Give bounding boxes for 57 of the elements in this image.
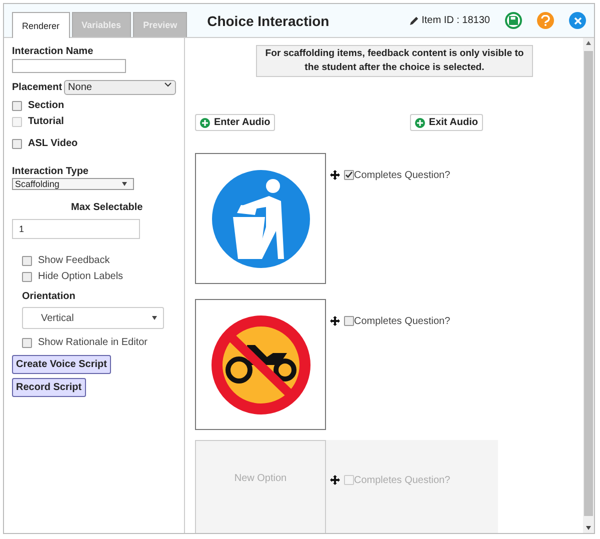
notice-text: For scaffolding items, feedback content is only visible to the student after the choice is selected. xyxy=(256,45,533,77)
checkbox[interactable] xyxy=(12,100,22,110)
field-label: Interaction Type xyxy=(12,166,90,177)
max-selectable-field[interactable]: 1 xyxy=(12,219,140,239)
no-moped-sign-icon xyxy=(210,314,310,414)
move-icon[interactable] xyxy=(330,170,340,180)
checkbox[interactable] xyxy=(344,316,354,326)
placement-dropdown[interactable]: None xyxy=(64,80,176,95)
script-button[interactable]: Record Script xyxy=(12,378,86,397)
window-title: Choice Interaction xyxy=(207,12,330,28)
help-button[interactable] xyxy=(537,12,554,29)
scrollbar[interactable] xyxy=(583,38,594,533)
checkbox[interactable] xyxy=(12,138,22,148)
checkbox[interactable] xyxy=(344,170,354,180)
field-label: Orientation xyxy=(22,291,76,302)
option-label: New Option xyxy=(234,473,287,484)
orientation-dropdown[interactable]: Vertical xyxy=(22,307,164,329)
litter-sign-icon xyxy=(210,168,310,268)
checkbox-label: Tutorial xyxy=(28,116,64,127)
move-icon[interactable] xyxy=(330,316,340,326)
checkbox-label: Completes Question? xyxy=(354,316,450,326)
checkbox-label: Completes Question? xyxy=(354,170,450,180)
audio-button[interactable]: Exit Audio xyxy=(410,114,483,131)
scroll-up-icon[interactable] xyxy=(586,41,591,45)
checkbox-label: Completes Question? xyxy=(354,474,450,486)
item-id: Item ID : 18130 xyxy=(422,15,490,26)
save-button[interactable] xyxy=(505,12,522,29)
save-icon xyxy=(509,16,518,25)
checkbox-label: ASL Video xyxy=(28,138,78,149)
chevron-down-icon xyxy=(164,82,172,87)
caret-icon xyxy=(122,182,127,186)
checkbox[interactable] xyxy=(22,338,32,348)
interaction-type-dropdown[interactable]: Scaffolding xyxy=(12,178,134,190)
script-button[interactable]: Create Voice Script xyxy=(12,355,111,374)
interaction-name-field[interactable] xyxy=(12,59,126,73)
caret-icon xyxy=(152,316,157,320)
plus-icon xyxy=(200,118,210,128)
plus-icon xyxy=(414,118,425,128)
checkbox-label: Show Rationale in Editor xyxy=(38,337,148,348)
move-icon[interactable] xyxy=(330,475,340,485)
scroll-down-icon xyxy=(586,526,591,530)
question-mark-icon xyxy=(541,15,550,26)
field-label: Placement xyxy=(12,82,62,93)
choice-tile[interactable] xyxy=(195,299,326,430)
field-label: Interaction Name xyxy=(12,46,94,57)
checkbox[interactable] xyxy=(22,272,32,282)
checkbox-label: Section xyxy=(28,100,64,111)
checkbox-label: Hide Option Labels xyxy=(38,271,124,282)
choice-tile[interactable] xyxy=(195,153,326,284)
checkbox[interactable] xyxy=(22,256,32,266)
close-icon xyxy=(574,16,582,24)
checkbox-label: Show Feedback xyxy=(38,255,110,266)
close-button[interactable] xyxy=(569,12,586,29)
pencil-icon xyxy=(410,16,419,25)
tab[interactable]: Renderer xyxy=(12,12,70,38)
field-label: Max Selectable xyxy=(71,202,144,213)
audio-button[interactable]: Enter Audio xyxy=(195,114,276,131)
